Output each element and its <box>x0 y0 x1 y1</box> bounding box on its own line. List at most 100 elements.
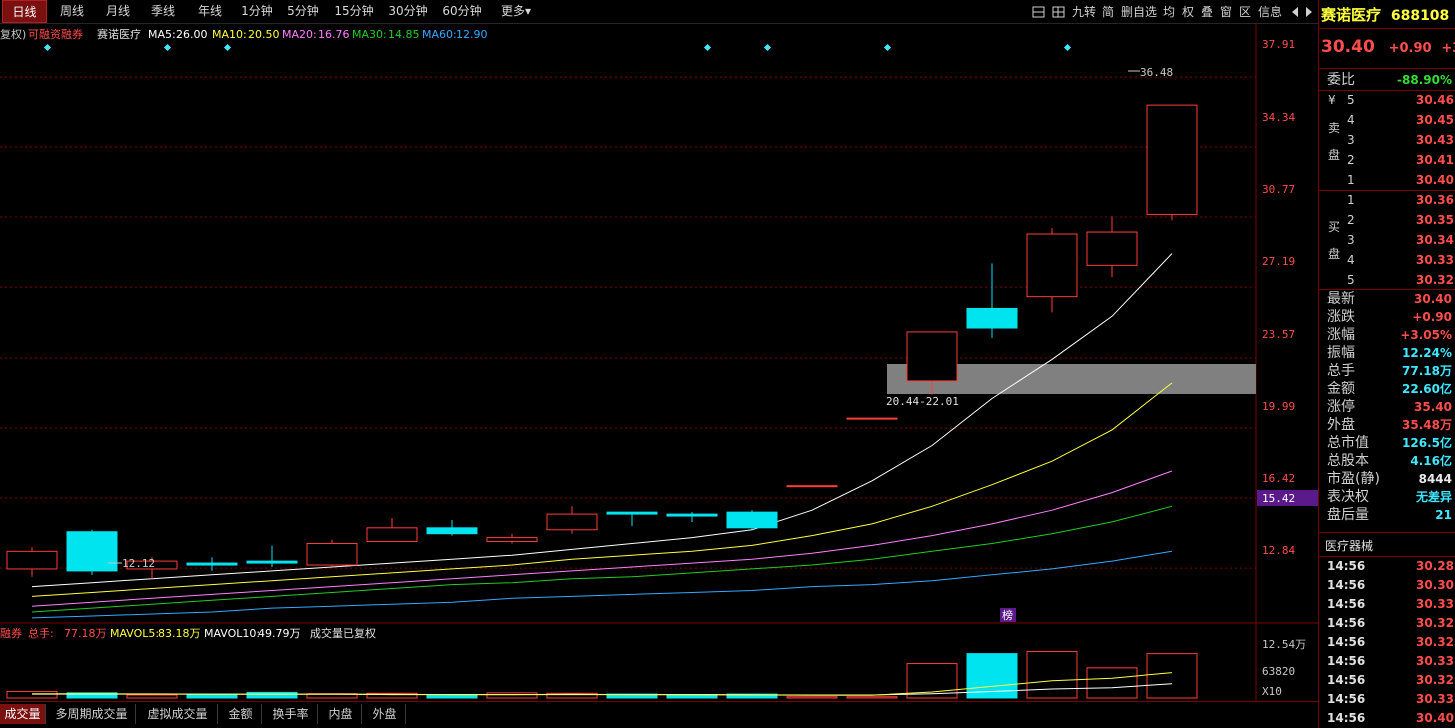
tab-15min[interactable]: 15分钟 <box>330 0 378 23</box>
tab-5min[interactable]: 5分钟 <box>282 0 324 23</box>
event-marker[interactable] <box>163 43 172 52</box>
btab-turnover[interactable]: 换手率 <box>264 704 318 724</box>
candle[interactable] <box>66 529 118 575</box>
tab-1min[interactable]: 1分钟 <box>236 0 278 23</box>
tab-yearly[interactable]: 年线 <box>190 0 230 23</box>
event-marker[interactable] <box>883 43 892 52</box>
tab-60min[interactable]: 60分钟 <box>438 0 486 23</box>
candle-body <box>726 511 778 529</box>
bid-row[interactable]: 5 30.32 <box>1319 271 1455 289</box>
btab-outer[interactable]: 外盘 <box>364 704 406 724</box>
candle-body <box>426 527 478 535</box>
bid-row[interactable]: 1 30.36 <box>1319 191 1455 209</box>
tab-daily[interactable]: 日线 <box>2 0 47 23</box>
volume-bar[interactable] <box>1146 653 1198 699</box>
event-marker[interactable] <box>703 43 712 52</box>
tab-monthly[interactable]: 月线 <box>98 0 138 23</box>
ask-row[interactable]: 3 30.43 <box>1319 131 1455 149</box>
candle[interactable] <box>366 518 418 543</box>
stat-value: 12.24% <box>1402 346 1452 360</box>
price-line: 30.40 +0.90 +3 <box>1321 37 1455 57</box>
tab-30min[interactable]: 30分钟 <box>384 0 432 23</box>
bid-row[interactable]: 4 30.33 <box>1319 251 1455 269</box>
grid-icon[interactable] <box>1051 3 1067 21</box>
tool-jian[interactable]: 简 <box>1100 3 1116 21</box>
bid-row[interactable]: 3 30.34 <box>1319 231 1455 249</box>
event-marker[interactable] <box>223 43 232 52</box>
volume-bar[interactable] <box>6 691 58 699</box>
candle[interactable] <box>486 533 538 544</box>
ruler-icon[interactable] <box>1031 3 1047 21</box>
candle[interactable] <box>606 511 658 526</box>
candle[interactable] <box>966 263 1018 338</box>
legend-prefix: 复权) <box>0 27 26 41</box>
candle[interactable] <box>846 417 898 420</box>
tool-quan[interactable]: 权 <box>1180 3 1196 21</box>
stat-value: 无差异 <box>1415 490 1452 504</box>
ask-row[interactable]: 2 30.41 <box>1319 151 1455 169</box>
volume-bar[interactable] <box>1026 650 1078 699</box>
candle[interactable] <box>786 485 838 488</box>
sector-row[interactable]: 医疗器械 <box>1319 537 1455 555</box>
tool-info[interactable]: 信息 <box>1256 3 1284 21</box>
stat-value: +0.90 <box>1412 310 1452 324</box>
candle[interactable] <box>1026 228 1078 313</box>
high-label: 36.48 <box>1140 66 1173 79</box>
arrow-right-icon[interactable] <box>1303 3 1315 21</box>
btab-multi-volume[interactable]: 多周期成交量 <box>48 704 136 724</box>
volume-bar[interactable] <box>1086 667 1138 699</box>
tool-jun[interactable]: 均 <box>1161 3 1177 21</box>
stat-row: 总手 77.18万 <box>1319 362 1455 380</box>
candle[interactable] <box>306 539 358 567</box>
ma20-line <box>31 470 1173 607</box>
price-change-pct: +3 <box>1441 41 1455 56</box>
tick-row: 14:56 30.30 <box>1319 576 1455 594</box>
tool-range[interactable]: 区 <box>1237 3 1253 21</box>
stat-row: 表决权 无差异 <box>1319 488 1455 506</box>
candle[interactable] <box>1146 104 1198 221</box>
stat-label: 表决权 <box>1327 489 1369 505</box>
volume-bar[interactable] <box>126 694 178 699</box>
vol-legend-mavol5-label: MAVOL5: <box>110 627 159 640</box>
candle[interactable] <box>6 547 58 577</box>
candle[interactable] <box>726 510 778 530</box>
tab-weekly[interactable]: 周线 <box>52 0 92 23</box>
bid-row[interactable]: 2 30.35 <box>1319 211 1455 229</box>
ask-row[interactable]: 1 30.40 <box>1319 171 1455 189</box>
candle[interactable] <box>246 545 298 567</box>
btab-virtual-volume[interactable]: 虚拟成交量 <box>138 704 218 724</box>
tool-window[interactable]: 窗 <box>1218 3 1234 21</box>
tab-more[interactable]: 更多▾ <box>494 0 538 23</box>
event-marker[interactable] <box>1063 43 1072 52</box>
ask-row[interactable]: 4 30.45 <box>1319 111 1455 129</box>
price-tick: 37.91 <box>1262 38 1295 51</box>
arrow-left-icon[interactable] <box>1289 3 1301 21</box>
event-marker[interactable] <box>43 43 52 52</box>
volume-bar[interactable] <box>486 692 538 699</box>
volume-bar[interactable] <box>846 696 898 699</box>
tool-jiuzhuan[interactable]: 九转 <box>1070 3 1098 21</box>
btab-inner[interactable]: 内盘 <box>320 704 362 724</box>
candle-body <box>546 513 598 531</box>
tick-time: 14:56 <box>1327 597 1366 611</box>
candle[interactable] <box>426 519 478 536</box>
candle[interactable] <box>666 512 718 522</box>
volume-bars <box>6 650 1198 699</box>
tool-del-watchlist[interactable]: 删自选 <box>1119 3 1159 21</box>
tool-overlay[interactable]: 叠 <box>1199 3 1215 21</box>
btab-volume[interactable]: 成交量 <box>0 704 46 724</box>
volume-bar[interactable] <box>786 696 838 699</box>
stat-value: 4.16亿 <box>1410 454 1452 468</box>
event-marker[interactable] <box>763 43 772 52</box>
ask-row[interactable]: 5 30.46 <box>1319 91 1455 109</box>
btab-amount[interactable]: 金额 <box>220 704 262 724</box>
volume-bar[interactable] <box>246 691 298 699</box>
candle[interactable] <box>1086 216 1138 278</box>
tab-quarterly[interactable]: 季线 <box>143 0 183 23</box>
stat-value: 35.48万 <box>1402 418 1452 432</box>
candle[interactable] <box>186 557 238 571</box>
stat-row: 振幅 12.24% <box>1319 344 1455 362</box>
candle[interactable] <box>546 506 598 534</box>
stock-code: 688108 <box>1390 8 1450 24</box>
kline-chart[interactable]: 复权) 可融资融券 赛诺医疗 MA5: 26.00 MA10: 20.50 MA… <box>0 24 1318 701</box>
